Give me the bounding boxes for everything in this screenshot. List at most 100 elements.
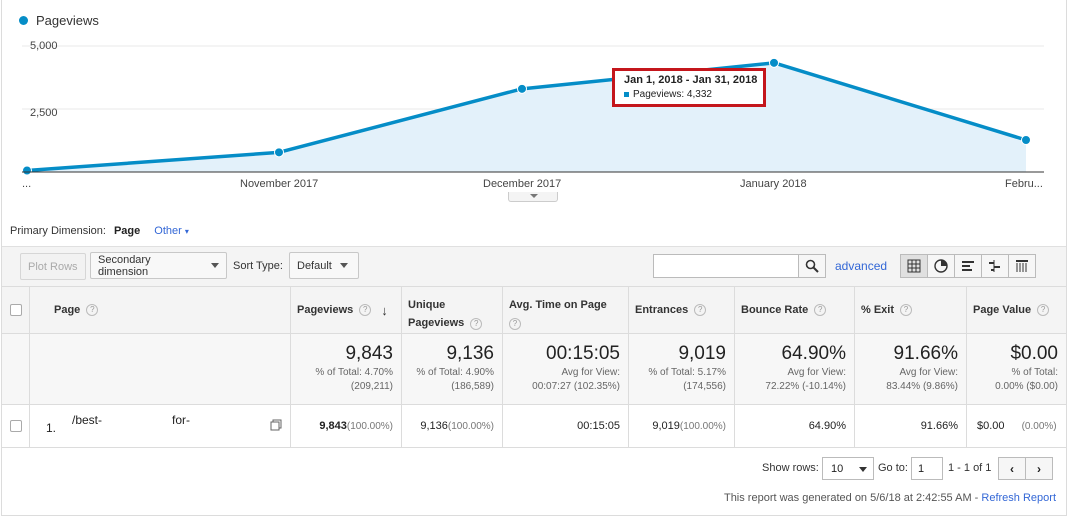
row-bounce-value: 64.90% (808, 420, 846, 432)
total-pageviews-value: 9,843 (345, 343, 393, 364)
total-avg-time-label: Avg for View: (561, 367, 620, 378)
total-value-value: $0.00 (1010, 343, 1058, 364)
show-rows-label: Show rows: (762, 462, 819, 474)
total-pageviews: 9,843 % of Total: 4.70% (209,211) (290, 334, 401, 404)
row-page-link-part1[interactable]: /best- (72, 413, 102, 427)
sort-desc-icon: ↓ (381, 302, 388, 318)
view-switcher (900, 254, 1036, 278)
tooltip-value: Pageviews: 4,332 (624, 89, 763, 100)
chevron-right-icon: › (1037, 461, 1041, 476)
secondary-dimension-label: Secondary dimension (98, 253, 151, 278)
help-icon[interactable]: ? (509, 317, 521, 330)
row-exit-value: 91.66% (920, 420, 958, 432)
total-exit-value: 91.66% (893, 343, 958, 364)
help-icon[interactable]: ? (814, 304, 827, 316)
total-unique: 9,136 % of Total: 4.90% (186,589) (401, 334, 502, 404)
data-point-dec-2017[interactable] (517, 83, 527, 94)
row-avg-time: 00:15:05 (502, 405, 628, 447)
secondary-dimension-dropdown[interactable]: Secondary dimension (90, 252, 227, 279)
help-icon[interactable]: ? (900, 304, 913, 316)
row-checkbox[interactable] (10, 420, 22, 432)
data-point-feb-2018[interactable] (1021, 134, 1031, 145)
data-point-jan-2018[interactable] (769, 57, 779, 68)
select-all-cell (2, 287, 29, 333)
row-unique: 9,136(100.00%) (401, 405, 502, 447)
total-unique-value: 9,136 (446, 343, 494, 364)
table-search-input[interactable] (653, 254, 799, 278)
row-exit: 91.66% (854, 405, 966, 447)
help-icon[interactable]: ? (470, 317, 483, 330)
row-pageviews-value: 9,843 (319, 420, 347, 432)
report-generated-note: This report was generated on 5/6/18 at 2… (724, 492, 1056, 504)
header-entrances[interactable]: Entrances? (628, 287, 734, 333)
help-icon[interactable]: ? (1037, 304, 1050, 316)
pivot-view-button[interactable] (1008, 254, 1036, 278)
open-external-icon[interactable] (270, 419, 282, 434)
table-view-button[interactable] (900, 254, 928, 278)
row-unique-pct: (100.00%) (447, 421, 494, 432)
header-unique-pageviews[interactable]: Unique Pageviews? (401, 287, 502, 333)
total-entrances: 9,019 % of Total: 5.17% (174,556) (628, 334, 734, 404)
plot-rows-button[interactable]: Plot Rows (20, 253, 86, 280)
row-value-pct: (0.00%) (1021, 421, 1057, 432)
show-rows-select[interactable]: 10 (822, 457, 874, 480)
sort-type-label: Sort Type: (233, 260, 283, 272)
row-avg-time-value: 00:15:05 (577, 420, 620, 432)
row-value-value: $0.00 (977, 420, 1005, 432)
dimension-other-link[interactable]: Other ▾ (154, 225, 189, 237)
row-page-value: $0.00 (0.00%) (966, 405, 1066, 447)
total-exit-base: 83.44% (9.86%) (886, 381, 958, 392)
pie-view-button[interactable] (927, 254, 955, 278)
header-bounce-rate[interactable]: Bounce Rate? (734, 287, 854, 333)
row-select-cell (2, 405, 29, 447)
row-pageviews: 9,843(100.00%) (290, 405, 401, 447)
header-value-label: Page Value (973, 304, 1032, 316)
table-row: 1. /best- for- 9,843(100.00%) 9,136(100.… (2, 404, 1066, 448)
comparison-icon (989, 260, 1000, 272)
goto-label: Go to: (878, 462, 908, 474)
performance-view-button[interactable] (954, 254, 982, 278)
header-avg-time[interactable]: Avg. Time on Page ? (502, 287, 628, 333)
header-page[interactable]: Page? (29, 287, 290, 333)
header-exit-label: % Exit (861, 304, 895, 316)
prev-page-button[interactable]: ‹ (998, 457, 1026, 480)
primary-dimension-label: Primary Dimension: (10, 225, 106, 237)
chevron-down-icon (211, 263, 219, 268)
help-icon[interactable]: ? (359, 304, 372, 316)
comparison-view-button[interactable] (981, 254, 1009, 278)
chevron-left-icon: ‹ (1010, 461, 1014, 476)
advanced-filter-link[interactable]: advanced (835, 259, 887, 273)
pivot-icon (1016, 260, 1028, 272)
help-icon[interactable]: ? (694, 304, 707, 316)
header-page-value[interactable]: Page Value? (966, 287, 1066, 333)
y-tick-5000: 5,000 (30, 40, 58, 52)
search-button[interactable] (798, 254, 826, 278)
sort-type-dropdown[interactable]: Default (289, 252, 359, 279)
dimension-other-text: Other (154, 225, 182, 237)
row-page-link-part2[interactable]: for- (172, 413, 190, 427)
chart-tooltip: Jan 1, 2018 - Jan 31, 2018 Pageviews: 4,… (612, 68, 766, 107)
chart-expand-toggle[interactable] (508, 192, 558, 202)
row-bounce: 64.90% (734, 405, 854, 447)
header-exit[interactable]: % Exit? (854, 287, 966, 333)
pie-chart-icon (934, 259, 948, 273)
next-page-button[interactable]: › (1025, 457, 1053, 480)
total-value-label: % of Total: (1011, 367, 1058, 378)
dimension-page[interactable]: Page (114, 225, 140, 237)
header-pageviews[interactable]: Pageviews? ↓ (290, 287, 401, 333)
select-all-checkbox[interactable] (10, 304, 22, 316)
row-pageviews-pct: (100.00%) (346, 421, 393, 432)
header-avg-time-wrap: Avg. Time on Page ? (509, 289, 607, 332)
total-avg-time-value: 00:15:05 (546, 343, 620, 364)
help-icon[interactable]: ? (86, 304, 99, 316)
goto-input[interactable]: 1 (911, 457, 943, 480)
data-point-nov-2017[interactable] (274, 147, 284, 158)
primary-dimension-row: Primary Dimension: Page Other ▾ (10, 225, 189, 237)
total-entrances-pct: % of Total: 5.17% (648, 367, 726, 378)
refresh-report-link[interactable]: Refresh Report (981, 492, 1056, 504)
header-entrances-label: Entrances (635, 304, 689, 316)
data-point-oct-2017[interactable] (22, 165, 32, 176)
total-unique-base: (186,589) (451, 381, 494, 392)
total-exit: 91.66% Avg for View: 83.44% (9.86%) (854, 334, 966, 404)
sort-type-value: Default (297, 259, 332, 272)
